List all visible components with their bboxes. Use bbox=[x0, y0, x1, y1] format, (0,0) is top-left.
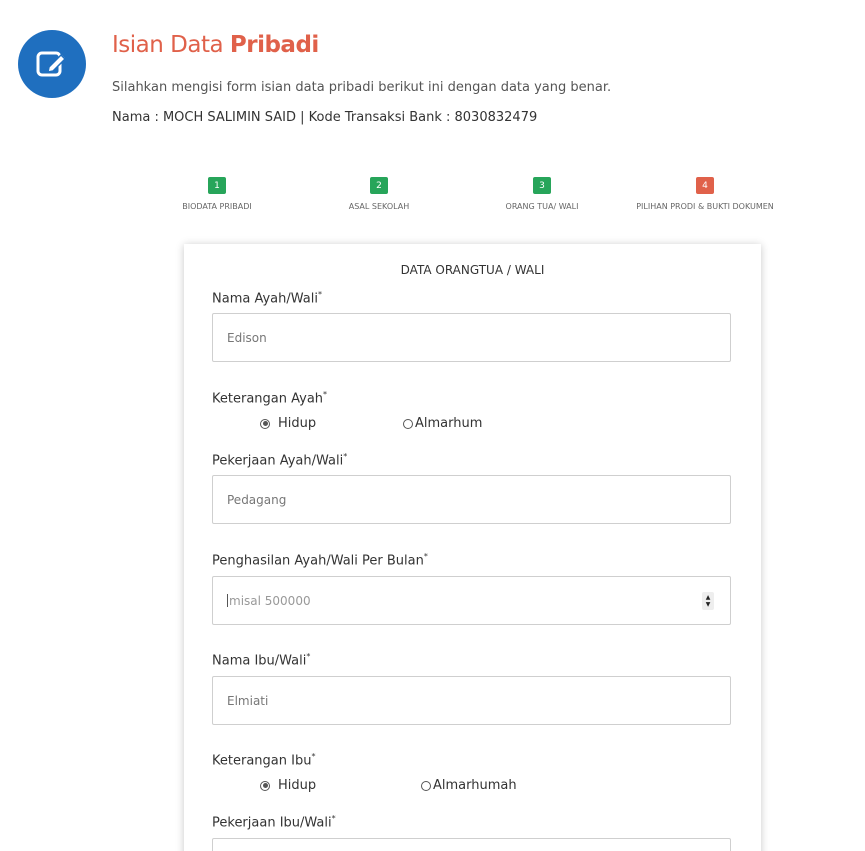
pekerjaan-ayah-value: Pedagang bbox=[227, 492, 287, 507]
pekerjaan-ibu-input[interactable] bbox=[212, 838, 731, 851]
keterangan-ibu-label: Keterangan Ibu* bbox=[212, 752, 315, 768]
penghasilan-ayah-placeholder: misal 500000 bbox=[229, 593, 311, 608]
required-mark: * bbox=[331, 814, 336, 823]
step-pilihan-prodi[interactable]: 4 PILIHAN PRODI & BUKTI DOKUMEN bbox=[620, 177, 790, 211]
nama-ibu-input[interactable]: Elmiati bbox=[212, 676, 731, 725]
pekerjaan-ayah-input[interactable]: Pedagang bbox=[212, 475, 731, 524]
required-mark: * bbox=[323, 390, 328, 399]
radio-ibu-almarhumah[interactable]: Almarhumah bbox=[421, 778, 517, 793]
spinner-up-icon[interactable]: ▲ bbox=[706, 594, 711, 601]
number-spinner[interactable]: ▲ ▼ bbox=[702, 592, 714, 610]
required-mark: * bbox=[423, 552, 428, 561]
radio-label: Almarhumah bbox=[433, 778, 517, 793]
required-mark: * bbox=[306, 652, 311, 661]
radio-ayah-almarhum[interactable]: Almarhum bbox=[403, 416, 482, 431]
step-biodata-pribadi[interactable]: 1 BIODATA PRIBADI bbox=[132, 177, 302, 211]
step-label: ORANG TUA/ WALI bbox=[505, 202, 579, 211]
edit-icon bbox=[18, 30, 86, 98]
page-subtitle: Silahkan mengisi form isian data pribadi… bbox=[112, 80, 612, 95]
radio-unselected-icon bbox=[421, 780, 431, 791]
step-label: BIODATA PRIBADI bbox=[182, 202, 252, 211]
radio-ibu-hidup[interactable]: Hidup bbox=[260, 778, 316, 793]
step-number-badge: 1 bbox=[208, 177, 226, 194]
nama-ibu-label: Nama Ibu/Wali* bbox=[212, 652, 310, 668]
pekerjaan-ibu-label-text: Pekerjaan Ibu/Wali bbox=[212, 815, 332, 831]
required-mark: * bbox=[311, 752, 316, 761]
radio-label: Hidup bbox=[278, 778, 317, 793]
keterangan-ibu-radio-group: Hidup Almarhumah bbox=[184, 778, 761, 796]
pekerjaan-ayah-label-text: Pekerjaan Ayah/Wali bbox=[212, 453, 344, 469]
text-caret bbox=[227, 594, 228, 607]
page-title: Isian Data Pribadi bbox=[112, 32, 319, 58]
nama-ibu-label-text: Nama Ibu/Wali bbox=[212, 653, 307, 669]
step-label: ASAL SEKOLAH bbox=[348, 202, 410, 211]
radio-ayah-hidup[interactable]: Hidup bbox=[260, 416, 316, 431]
page-title-bold: Pribadi bbox=[229, 32, 319, 58]
step-asal-sekolah[interactable]: 2 ASAL SEKOLAH bbox=[294, 177, 464, 211]
spinner-down-icon[interactable]: ▼ bbox=[706, 601, 711, 608]
form-title: DATA ORANGTUA / WALI bbox=[400, 263, 545, 277]
page: Isian Data Pribadi Silahkan mengisi form… bbox=[0, 0, 865, 851]
applicant-info: Nama : MOCH SALIMIN SAID | Kode Transaks… bbox=[112, 110, 538, 125]
required-mark: * bbox=[343, 452, 348, 461]
required-mark: * bbox=[317, 290, 322, 299]
nama-ayah-label-text: Nama Ayah/Wali bbox=[212, 291, 318, 307]
radio-label: Almarhum bbox=[415, 416, 483, 431]
step-label: PILIHAN PRODI & BUKTI DOKUMEN bbox=[636, 202, 774, 211]
nama-ayah-value: Edison bbox=[227, 330, 267, 345]
step-number-badge: 2 bbox=[370, 177, 388, 194]
step-number-badge: 3 bbox=[533, 177, 551, 194]
radio-selected-icon bbox=[260, 418, 270, 429]
nama-ibu-value: Elmiati bbox=[227, 693, 269, 708]
pekerjaan-ayah-label: Pekerjaan Ayah/Wali* bbox=[212, 452, 347, 468]
pekerjaan-ibu-label: Pekerjaan Ibu/Wali* bbox=[212, 814, 336, 830]
step-orang-tua-wali[interactable]: 3 ORANG TUA/ WALI bbox=[457, 177, 627, 211]
radio-unselected-icon bbox=[403, 418, 413, 429]
penghasilan-ayah-input[interactable]: misal 500000 ▲ ▼ bbox=[212, 576, 731, 625]
radio-label: Hidup bbox=[278, 416, 317, 431]
page-title-light: Isian Data bbox=[112, 32, 224, 58]
form-card: DATA ORANGTUA / WALI Nama Ayah/Wali* Edi… bbox=[184, 244, 761, 851]
keterangan-ayah-radio-group: Hidup Almarhum bbox=[184, 416, 761, 434]
nama-ayah-label: Nama Ayah/Wali* bbox=[212, 290, 322, 306]
keterangan-ayah-label-text: Keterangan Ayah bbox=[212, 391, 324, 407]
step-number-badge: 4 bbox=[696, 177, 714, 194]
keterangan-ayah-label: Keterangan Ayah* bbox=[212, 390, 327, 406]
keterangan-ibu-label-text: Keterangan Ibu bbox=[212, 753, 312, 769]
nama-ayah-input[interactable]: Edison bbox=[212, 313, 731, 362]
penghasilan-ayah-label: Penghasilan Ayah/Wali Per Bulan* bbox=[212, 552, 428, 568]
radio-selected-icon bbox=[260, 780, 270, 791]
penghasilan-ayah-label-text: Penghasilan Ayah/Wali Per Bulan bbox=[212, 553, 424, 569]
